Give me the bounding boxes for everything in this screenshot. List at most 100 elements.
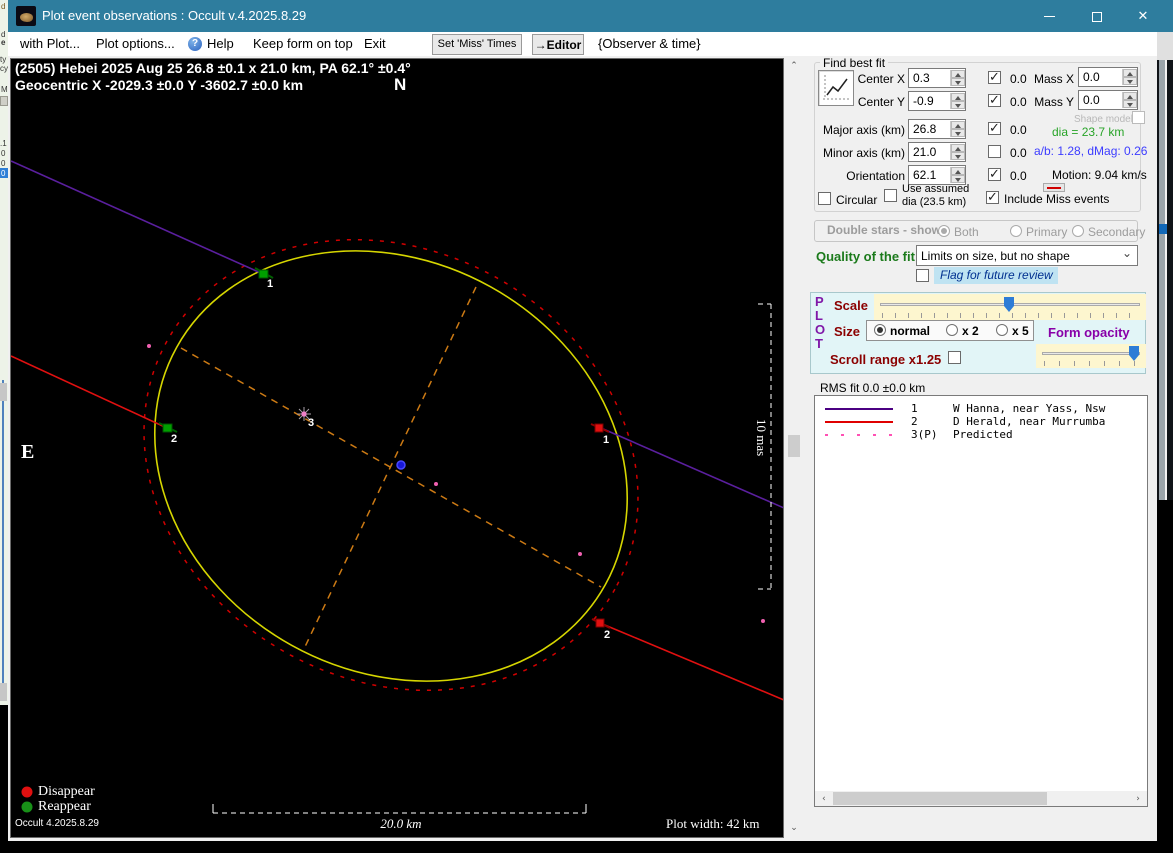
- double-primary-label: Primary: [1026, 225, 1067, 239]
- strip-scroll-thumb: [0, 683, 7, 701]
- observation-name: W Hanna, near Yass, Nsw: [953, 402, 1105, 415]
- center-y-spinner[interactable]: [950, 93, 964, 109]
- observation-number: 3(P): [911, 428, 938, 441]
- include-miss-label: Include Miss events: [1004, 192, 1109, 206]
- observation-number: 1: [911, 402, 918, 415]
- orientation-spinner[interactable]: [950, 167, 964, 183]
- form-opacity-thumb[interactable]: [1129, 346, 1139, 361]
- scroll-thumb[interactable]: [788, 435, 800, 457]
- minimize-button[interactable]: [1032, 0, 1066, 32]
- observation-row[interactable]: 2 D Herald, near Murrumba: [815, 415, 1147, 428]
- double-both-label: Both: [954, 225, 979, 239]
- maximize-button[interactable]: [1080, 0, 1114, 32]
- chord2-segment-a: [11, 356, 167, 428]
- use-assumed-checkbox[interactable]: [884, 189, 897, 202]
- flag-review-label-bg: Flag for future review: [934, 267, 1058, 284]
- mas-bracket-label: 10 mas: [753, 419, 769, 456]
- center-x-spinner[interactable]: [950, 70, 964, 86]
- strip-dark-area: [0, 705, 8, 853]
- mass-x-input[interactable]: 0.0: [1078, 67, 1138, 87]
- plot-width-label: Plot width: 42 km: [666, 816, 760, 832]
- center-x-fit-checkbox[interactable]: [988, 71, 1001, 84]
- major-axis-input[interactable]: 26.8: [908, 119, 966, 139]
- orientation-fit-checkbox[interactable]: [988, 168, 1001, 181]
- center-x-input[interactable]: 0.3: [908, 68, 966, 88]
- help-icon[interactable]: ?: [188, 37, 202, 51]
- backdrop-black: [1157, 500, 1173, 853]
- orientation-input[interactable]: 62.1: [908, 165, 966, 185]
- plot-letter-l: L: [815, 308, 823, 323]
- rms-fit-label: RMS fit 0.0 ±0.0 km: [820, 381, 925, 395]
- menu-keep-on-top[interactable]: Keep form on top: [253, 36, 353, 51]
- title-bar[interactable]: Plot event observations : Occult v.4.202…: [8, 0, 1157, 32]
- scale-slider-thumb[interactable]: [1004, 297, 1014, 312]
- strip-accent-line: [2, 380, 4, 700]
- menu-with-plot[interactable]: with Plot...: [20, 36, 80, 51]
- axis-color-button[interactable]: [1043, 183, 1065, 192]
- observation-name: D Herald, near Murrumba: [953, 415, 1105, 428]
- center-y-input[interactable]: -0.9: [908, 91, 966, 111]
- scroll-left-arrow[interactable]: ‹: [817, 794, 831, 804]
- scale-slider[interactable]: [874, 294, 1146, 320]
- close-button[interactable]: ✕: [1126, 0, 1160, 32]
- minor-axis-spinner[interactable]: [950, 144, 964, 160]
- orientation-sigma: 0.0: [1010, 169, 1027, 183]
- chord1-line-sample: [825, 408, 893, 410]
- include-miss-checkbox[interactable]: [986, 191, 999, 204]
- plot-vertical-scrollbar[interactable]: ⌃ ⌄: [786, 58, 802, 838]
- form-opacity-label[interactable]: Form opacity: [1048, 325, 1130, 340]
- scroll-down-arrow[interactable]: ⌄: [786, 822, 802, 833]
- observation-row[interactable]: 3(P) Predicted: [815, 428, 1147, 441]
- flag-review-checkbox[interactable]: [916, 269, 929, 282]
- mass-y-input[interactable]: 0.0: [1078, 90, 1138, 110]
- menu-exit[interactable]: Exit: [364, 36, 386, 51]
- scroll-up-arrow[interactable]: ⌃: [786, 60, 802, 71]
- mass-x-spinner[interactable]: [1122, 69, 1136, 85]
- circular-checkbox[interactable]: [818, 192, 831, 205]
- major-axis-spinner[interactable]: [950, 121, 964, 137]
- app-icon: [16, 6, 36, 26]
- editor-button[interactable]: →Editor: [532, 34, 584, 55]
- size-label: Size: [834, 324, 860, 339]
- minor-axis-input[interactable]: 21.0: [908, 142, 966, 162]
- backdrop-light: [1157, 32, 1173, 60]
- use-assumed-label-line2: dia (23.5 km): [902, 196, 966, 208]
- center-y-sigma: 0.0: [1010, 95, 1027, 109]
- major-axis-fit-checkbox[interactable]: [988, 122, 1001, 135]
- center-y-fit-checkbox[interactable]: [988, 94, 1001, 107]
- scroll-range-checkbox[interactable]: [948, 351, 961, 364]
- use-assumed-label-line1: Use assumed: [902, 183, 969, 195]
- observations-list[interactable]: 1 W Hanna, near Yass, Nsw 2 D Herald, ne…: [814, 395, 1148, 807]
- form-opacity-slider[interactable]: [1036, 344, 1146, 368]
- double-primary-radio[interactable]: [1010, 225, 1022, 237]
- minor-axis-fit-checkbox[interactable]: [988, 145, 1001, 158]
- red-bar-icon: [1047, 187, 1061, 189]
- size-normal-radio[interactable]: [874, 324, 886, 336]
- strip-fragment: ty: [0, 55, 6, 64]
- ab-dmag-label: a/b: 1.28, dMag: 0.26: [1034, 144, 1147, 158]
- scale-bar: [213, 804, 586, 813]
- center-x-label: Center X: [848, 72, 905, 86]
- scroll-right-arrow[interactable]: ›: [1131, 794, 1145, 804]
- list-scroll-thumb[interactable]: [833, 792, 1047, 805]
- size-x2-label: x 2: [962, 324, 979, 338]
- quality-dropdown[interactable]: Limits on size, but no shape: [916, 245, 1138, 266]
- mass-y-label: Mass Y: [1030, 95, 1074, 109]
- double-secondary-radio[interactable]: [1072, 225, 1084, 237]
- set-miss-times-button[interactable]: Set 'Miss' Times: [432, 34, 522, 55]
- double-both-radio[interactable]: [938, 225, 950, 237]
- shape-model-checkbox[interactable]: [1132, 111, 1145, 124]
- menu-plot-options[interactable]: Plot options...: [96, 36, 175, 51]
- size-x2-radio[interactable]: [946, 324, 958, 336]
- menu-help[interactable]: Help: [207, 36, 234, 51]
- plot-area[interactable]: (2505) Hebei 2025 Aug 25 26.8 ±0.1 x 21.…: [10, 58, 784, 838]
- center-marker: [397, 461, 405, 469]
- double-secondary-label: Secondary: [1088, 225, 1145, 239]
- motion-label: Motion: 9.04 km/s: [1052, 168, 1147, 182]
- list-horizontal-scrollbar[interactable]: ‹ ›: [815, 791, 1147, 806]
- size-x5-radio[interactable]: [996, 324, 1008, 336]
- mass-y-spinner[interactable]: [1122, 92, 1136, 108]
- center-x-sigma: 0.0: [1010, 72, 1027, 86]
- observation-row[interactable]: 1 W Hanna, near Yass, Nsw: [815, 402, 1147, 415]
- strip-fragment: 0: [1, 149, 5, 158]
